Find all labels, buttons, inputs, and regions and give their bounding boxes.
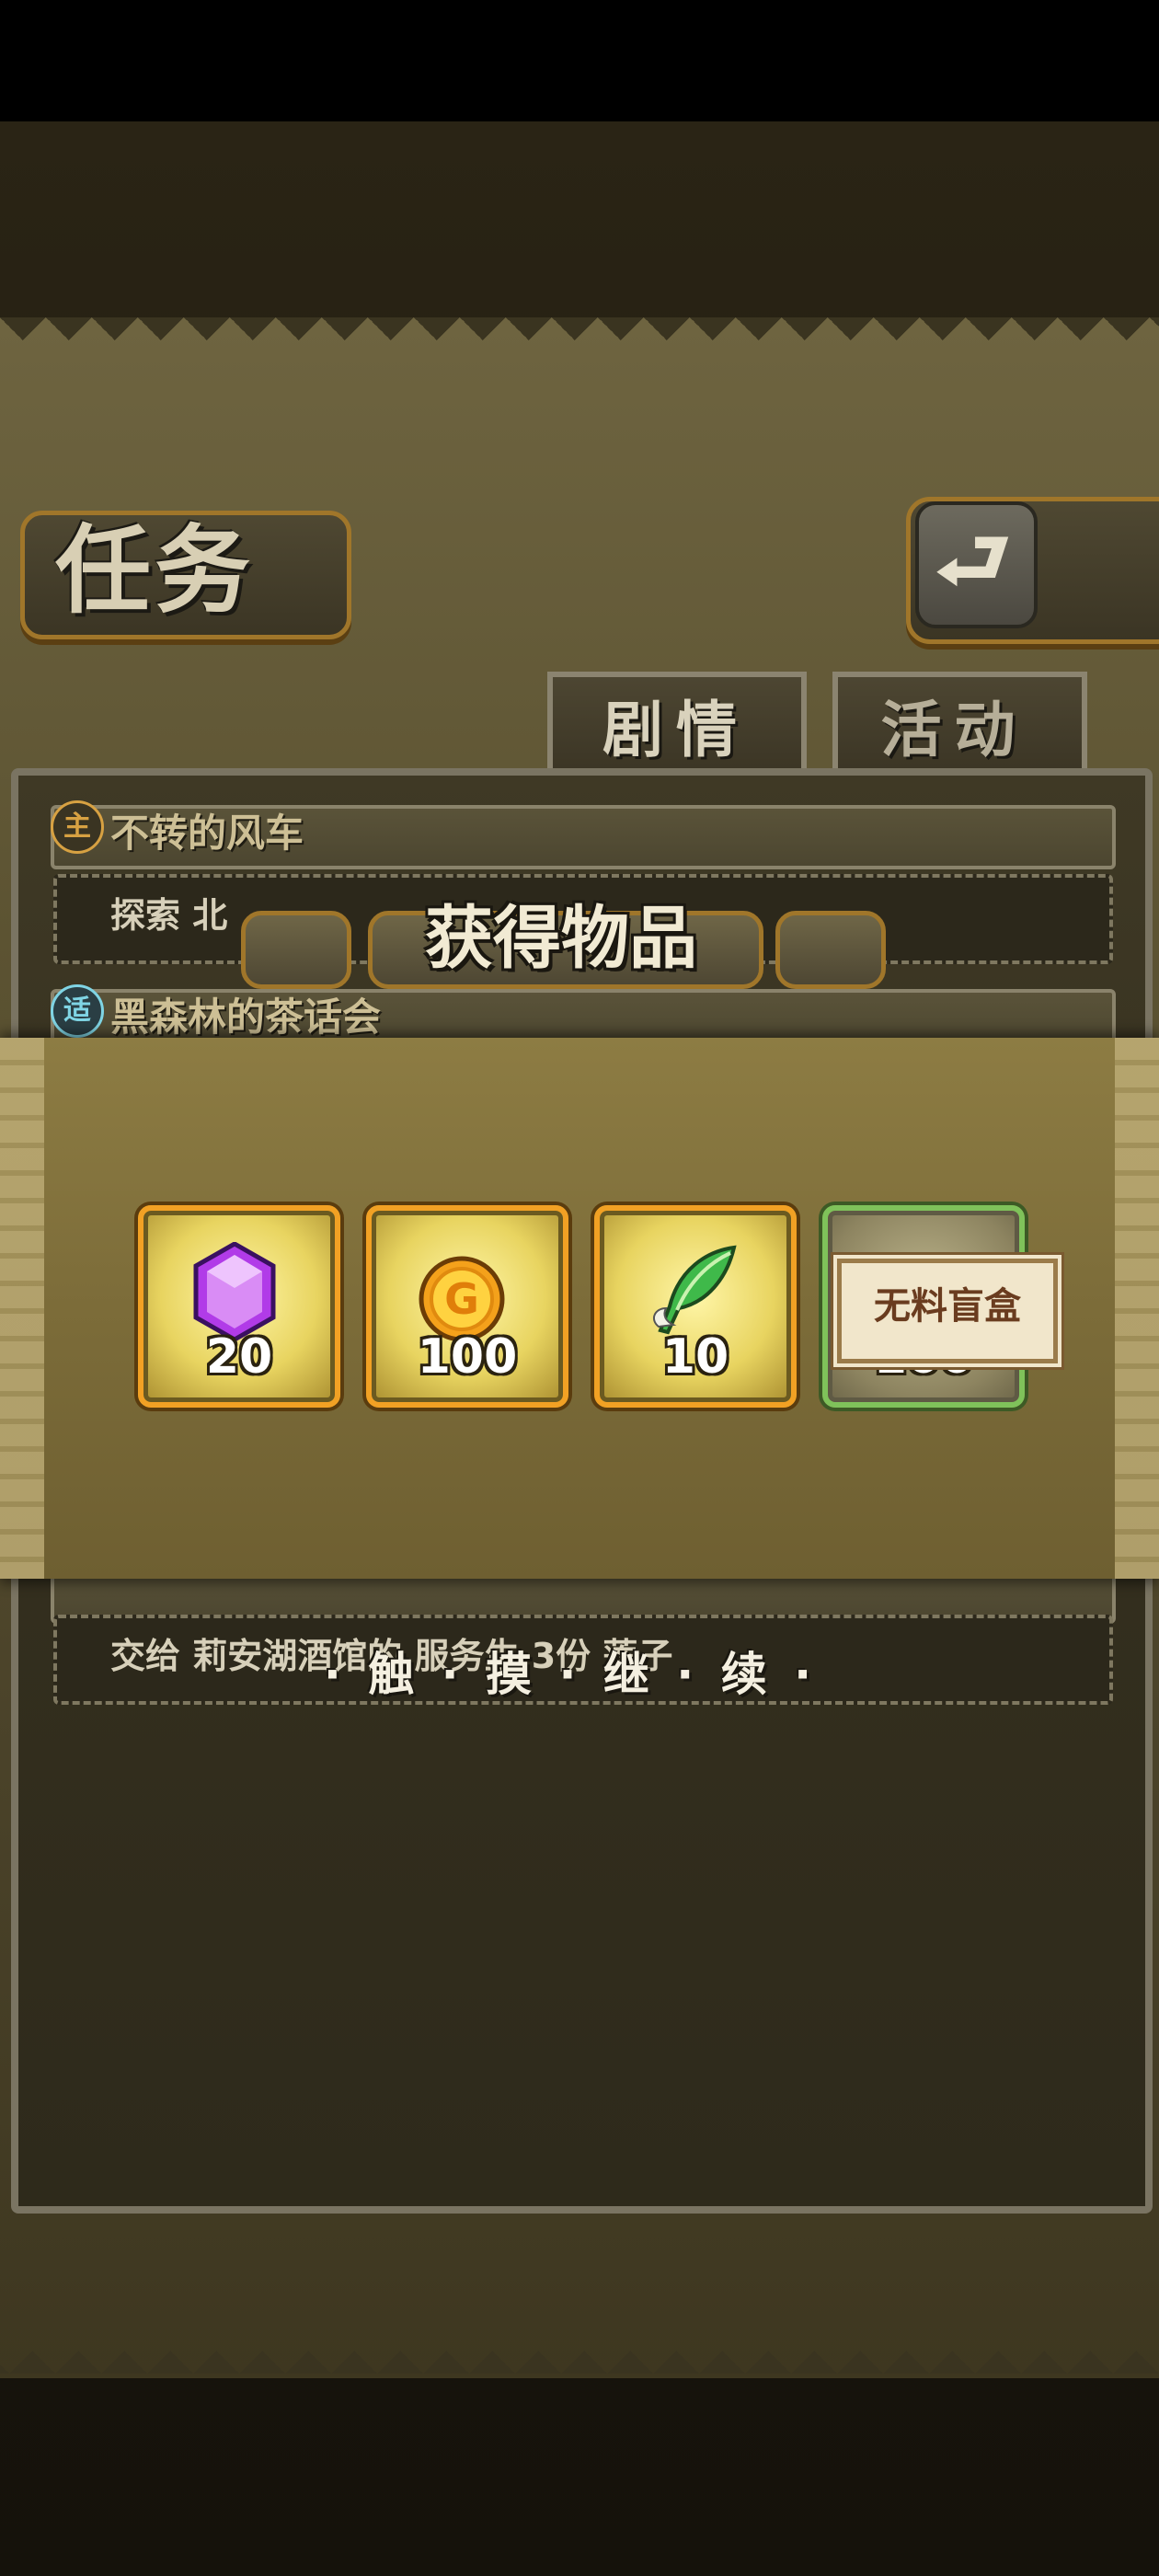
torn-edge-top — [0, 317, 1159, 363]
page-title: 任务 — [55, 513, 255, 627]
side-quest-badge: 适 — [51, 984, 104, 1038]
torn-edge-bottom — [0, 2328, 1159, 2374]
popup-title-deco-right — [775, 911, 886, 989]
quest-desc: 探索 北 — [110, 895, 228, 936]
back-arrow-icon[interactable]: ⮐ — [915, 501, 1030, 621]
reward-count: 100 — [417, 1329, 518, 1385]
status-bar — [0, 0, 1159, 121]
tap-to-continue[interactable]: · 触 · 摸 · 继 · 续 · — [276, 1638, 865, 1711]
reward-panel-edge-right — [1115, 1038, 1159, 1579]
tab-event-label[interactable]: 活动 — [832, 688, 1076, 771]
tab-story-label[interactable]: 剧情 — [547, 688, 805, 771]
item-tooltip-text: 无料盲盒 — [874, 1285, 1021, 1328]
main-quest-badge: 主 — [51, 800, 104, 854]
reward-count: 20 — [205, 1329, 273, 1385]
reward-panel-edge-left — [0, 1038, 44, 1579]
popup-title: 获得物品 — [425, 899, 697, 978]
svg-text:G: G — [444, 1274, 479, 1324]
popup-title-deco-left — [241, 911, 351, 989]
reward-count: 10 — [661, 1329, 729, 1385]
quest-title: 不转的风车 — [110, 811, 304, 856]
